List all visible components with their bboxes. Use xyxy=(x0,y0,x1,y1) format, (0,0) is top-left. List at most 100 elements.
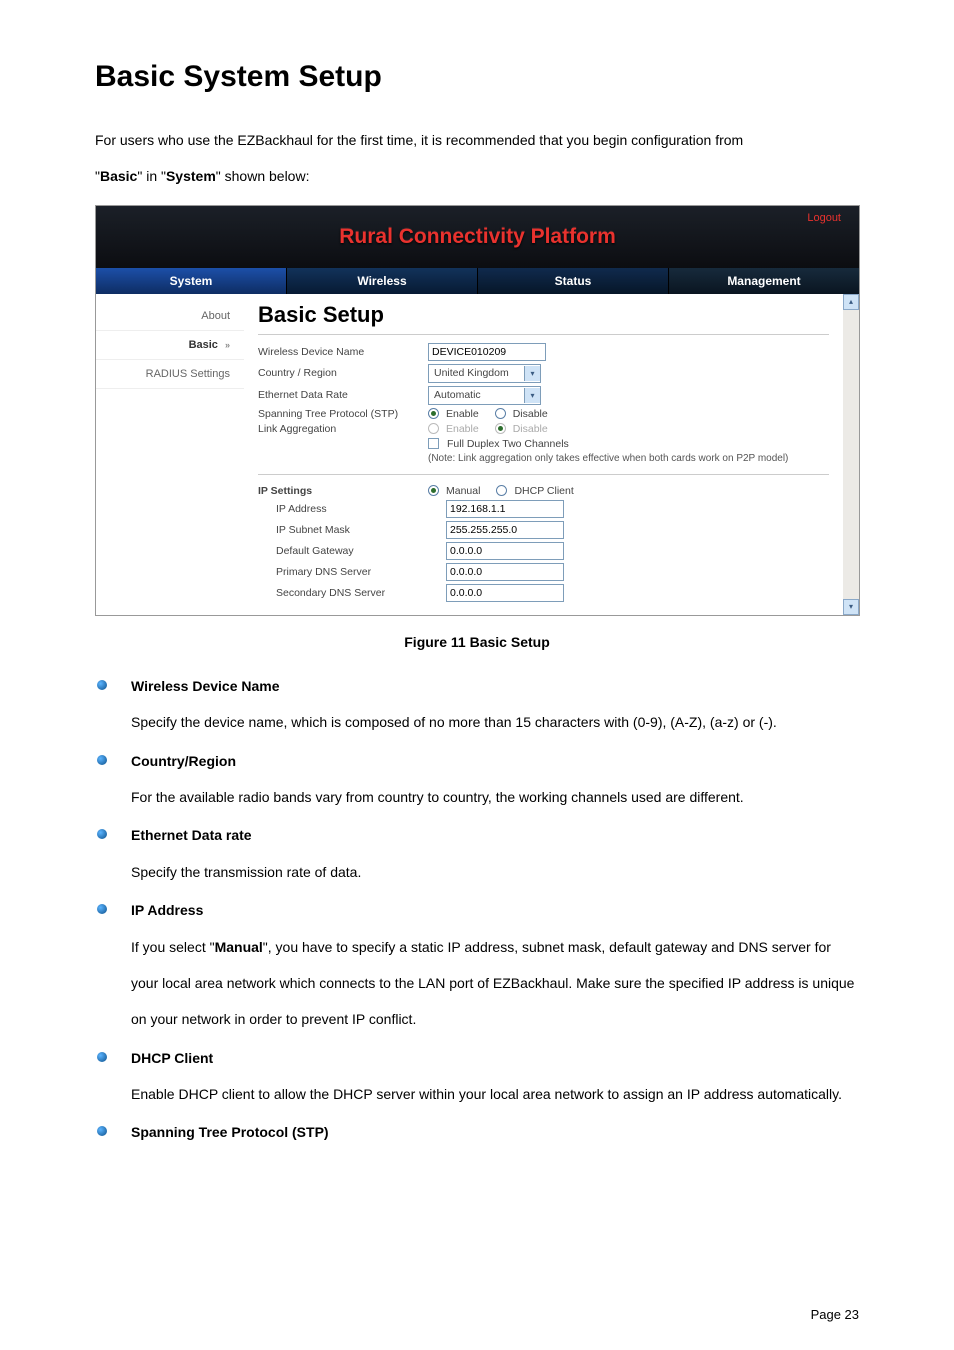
intro-end: " shown below: xyxy=(216,168,310,184)
tab-system[interactable]: System xyxy=(96,268,287,294)
stp-enable-radio[interactable] xyxy=(428,408,439,419)
sidebar-item-label: Basic xyxy=(189,339,218,351)
stp-disable-label: Disable xyxy=(513,408,548,420)
label-primary-dns: Primary DNS Server xyxy=(276,566,446,578)
divider xyxy=(258,334,829,335)
tab-bar: System Wireless Status Management xyxy=(96,268,859,294)
def-wireless-device-name: Wireless Device Name Specify the device … xyxy=(95,668,859,741)
figure-caption: Figure 11 Basic Setup xyxy=(95,634,859,650)
row-link-aggregation: Link Aggregation Enable Disable xyxy=(258,423,829,435)
row-ip-address: IP Address xyxy=(258,500,829,518)
def-body: Specify the transmission rate of data. xyxy=(131,854,859,890)
secondary-dns-input[interactable] xyxy=(446,584,564,602)
def-country-region: Country/Region For the available radio b… xyxy=(95,743,859,816)
la-enable-label: Enable xyxy=(446,423,479,435)
def-ip-pre: If you select " xyxy=(131,939,215,955)
label-default-gateway: Default Gateway xyxy=(276,545,446,557)
def-title: Wireless Device Name xyxy=(131,678,280,694)
def-title: Ethernet Data rate xyxy=(131,827,252,843)
row-wireless-device-name: Wireless Device Name xyxy=(258,343,829,361)
def-body: Specify the device name, which is compos… xyxy=(131,704,859,740)
scroll-up-icon[interactable]: ▴ xyxy=(843,294,859,310)
label-secondary-dns: Secondary DNS Server xyxy=(276,587,446,599)
ethernet-data-rate-value: Automatic xyxy=(429,389,524,401)
row-default-gateway: Default Gateway xyxy=(258,542,829,560)
page-title: Basic System Setup xyxy=(95,60,859,94)
tab-status[interactable]: Status xyxy=(478,268,669,294)
label-wireless-device-name: Wireless Device Name xyxy=(258,346,428,358)
intro-basic-word: Basic xyxy=(100,168,137,184)
chevron-down-icon[interactable]: ▾ xyxy=(524,366,540,381)
sidebar-item-about[interactable]: About xyxy=(96,302,244,331)
def-spanning-tree: Spanning Tree Protocol (STP) xyxy=(95,1114,859,1150)
ip-manual-label: Manual xyxy=(446,485,480,497)
full-duplex-checkbox[interactable] xyxy=(428,438,439,449)
row-subnet-mask: IP Subnet Mask xyxy=(258,521,829,539)
row-primary-dns: Primary DNS Server xyxy=(258,563,829,581)
primary-dns-input[interactable] xyxy=(446,563,564,581)
label-ip-settings: IP Settings xyxy=(258,485,428,497)
ip-address-input[interactable] xyxy=(446,500,564,518)
la-enable-radio[interactable] xyxy=(428,423,439,434)
tab-wireless[interactable]: Wireless xyxy=(287,268,478,294)
def-title: Spanning Tree Protocol (STP) xyxy=(131,1124,329,1140)
subnet-mask-input[interactable] xyxy=(446,521,564,539)
label-subnet-mask: IP Subnet Mask xyxy=(276,524,446,536)
def-ethernet-data-rate: Ethernet Data rate Specify the transmiss… xyxy=(95,817,859,890)
row-ethernet-data-rate: Ethernet Data Rate Automatic▾ xyxy=(258,386,829,405)
label-ip-address: IP Address xyxy=(276,503,446,515)
sidebar-item-basic[interactable]: Basic » xyxy=(96,331,244,360)
ip-manual-radio[interactable] xyxy=(428,485,439,496)
row-secondary-dns: Secondary DNS Server xyxy=(258,584,829,602)
ip-dhcp-label: DHCP Client xyxy=(514,485,573,497)
def-dhcp-client: DHCP Client Enable DHCP client to allow … xyxy=(95,1040,859,1113)
screenshot-header: Rural Connectivity Platform Rural Connec… xyxy=(96,206,859,268)
country-region-value: United Kingdom xyxy=(429,367,524,379)
def-body: If you select "Manual", you have to spec… xyxy=(131,929,859,1038)
chevron-right-icon: » xyxy=(225,340,230,350)
label-spanning-tree: Spanning Tree Protocol (STP) xyxy=(258,408,428,420)
def-title: Country/Region xyxy=(131,753,236,769)
def-body: Enable DHCP client to allow the DHCP ser… xyxy=(131,1076,859,1112)
ip-dhcp-radio[interactable] xyxy=(496,485,507,496)
full-duplex-label: Full Duplex Two Channels xyxy=(447,438,569,450)
scroll-down-icon[interactable]: ▾ xyxy=(843,599,859,615)
default-gateway-input[interactable] xyxy=(446,542,564,560)
intro-text: For users who use the EZBackhaul for the… xyxy=(95,122,859,195)
definitions-list: Wireless Device Name Specify the device … xyxy=(95,668,859,1151)
country-region-select[interactable]: United Kingdom▾ xyxy=(428,364,541,383)
main-panel: Basic Setup Wireless Device Name Country… xyxy=(244,294,843,615)
label-country-region: Country / Region xyxy=(258,367,428,379)
def-body: For the available radio bands vary from … xyxy=(131,779,859,815)
la-disable-radio[interactable] xyxy=(495,423,506,434)
intro-mid: " in " xyxy=(137,168,166,184)
sidebar: About Basic » RADIUS Settings xyxy=(96,294,244,615)
scrollbar[interactable]: ▴ ▾ xyxy=(843,294,859,615)
panel-heading: Basic Setup xyxy=(258,302,829,328)
intro-line1: For users who use the EZBackhaul for the… xyxy=(95,132,743,148)
def-ip-manual-word: Manual xyxy=(215,939,263,955)
def-title: DHCP Client xyxy=(131,1050,213,1066)
row-spanning-tree: Spanning Tree Protocol (STP) Enable Disa… xyxy=(258,408,829,420)
ethernet-data-rate-select[interactable]: Automatic▾ xyxy=(428,386,541,405)
row-country-region: Country / Region United Kingdom▾ xyxy=(258,364,829,383)
page-number: Page 23 xyxy=(811,1307,859,1322)
chevron-down-icon[interactable]: ▾ xyxy=(524,388,540,403)
row-ip-settings: IP Settings Manual DHCP Client xyxy=(258,485,829,497)
wireless-device-name-input[interactable] xyxy=(428,343,546,361)
stp-enable-label: Enable xyxy=(446,408,479,420)
screenshot-frame: Rural Connectivity Platform Rural Connec… xyxy=(95,205,860,616)
link-aggregation-note: (Note: Link aggregation only takes effec… xyxy=(428,453,829,464)
tab-management[interactable]: Management xyxy=(669,268,859,294)
la-disable-label: Disable xyxy=(513,423,548,435)
sidebar-item-radius[interactable]: RADIUS Settings xyxy=(96,360,244,389)
stp-disable-radio[interactable] xyxy=(495,408,506,419)
divider xyxy=(258,474,829,475)
def-ip-address: IP Address If you select "Manual", you h… xyxy=(95,892,859,1038)
def-title: IP Address xyxy=(131,902,203,918)
row-full-duplex: Full Duplex Two Channels xyxy=(258,438,829,450)
logout-link[interactable]: Logout xyxy=(807,212,841,224)
label-ethernet-data-rate: Ethernet Data Rate xyxy=(258,389,428,401)
brand-title: Rural Connectivity Platform xyxy=(339,225,616,249)
intro-system-word: System xyxy=(166,168,216,184)
